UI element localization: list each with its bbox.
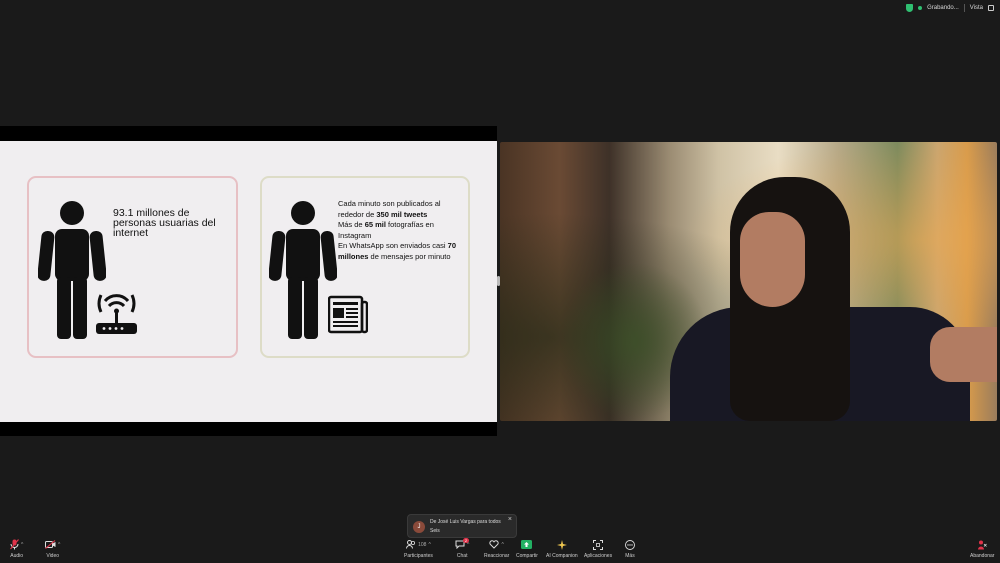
participants-icon xyxy=(406,540,416,549)
chevron-up-icon[interactable]: ^ xyxy=(58,542,60,548)
apps-icon xyxy=(593,539,604,550)
internet-users-stat: 93.1 millones de personas usuarias del i… xyxy=(113,207,216,239)
audio-button[interactable]: ^ Audio xyxy=(10,538,23,559)
microphone-muted-icon xyxy=(10,539,19,550)
chat-notification[interactable]: J De José Luis Vargas para todos Seis × xyxy=(407,514,517,538)
participants-button[interactable]: 108 ^ Participantes xyxy=(404,538,433,559)
more-icon xyxy=(625,539,635,550)
social-media-stats-text: Cada minuto son publicados al rededor de… xyxy=(338,199,456,261)
apps-button[interactable]: Aplicaciones xyxy=(584,538,612,559)
divider xyxy=(963,4,965,12)
chat-sender: De José Luis Vargas para todos xyxy=(430,519,501,525)
video-camera-muted-icon xyxy=(45,540,56,549)
participants-count: 108 xyxy=(418,541,427,548)
meeting-toolbar: ^ Audio ^ Video 108 ^ Participantes 2 ^ … xyxy=(0,537,1000,563)
newspaper-icon xyxy=(328,295,368,334)
heart-icon xyxy=(489,540,500,549)
leave-icon xyxy=(978,540,988,549)
shield-icon xyxy=(906,4,914,12)
shared-screen: 93.1 millones de personas usuarias del i… xyxy=(0,126,497,436)
presentation-slide: 93.1 millones de personas usuarias del i… xyxy=(0,141,497,422)
leave-button[interactable]: Abandonar xyxy=(970,538,994,559)
person-icon xyxy=(269,201,337,339)
sparkle-icon xyxy=(556,539,567,550)
view-button[interactable]: Vista xyxy=(970,5,983,11)
chevron-up-icon[interactable]: ^ xyxy=(428,542,430,548)
wifi-router-icon xyxy=(96,294,137,334)
recording-dot-icon xyxy=(918,6,923,10)
chevron-up-icon[interactable]: ^ xyxy=(21,542,23,548)
unread-badge: 2 xyxy=(463,538,469,543)
stat-card-internet-users: 93.1 millones de personas usuarias del i… xyxy=(27,176,238,358)
share-screen-icon xyxy=(521,540,533,549)
recording-label: Grabando... xyxy=(927,5,959,11)
react-button[interactable]: ^ Reaccionar xyxy=(484,538,509,559)
chat-button[interactable]: 2 ^ Chat xyxy=(455,538,469,559)
share-button[interactable]: Compartir xyxy=(516,538,538,559)
chevron-up-icon[interactable]: ^ xyxy=(501,542,503,548)
close-icon[interactable]: × xyxy=(508,516,512,523)
ai-companion-button[interactable]: AI Companion xyxy=(546,538,578,559)
recording-status[interactable]: Grabando... Vista xyxy=(906,4,994,12)
video-button[interactable]: ^ Video xyxy=(45,538,60,559)
avatar: J xyxy=(413,521,425,533)
chat-message: Seis xyxy=(430,528,440,534)
top-bar: Grabando... Vista xyxy=(0,0,1000,18)
view-icon[interactable] xyxy=(988,5,994,11)
stat-card-social-media: Cada minuto son publicados al rededor de… xyxy=(260,176,470,358)
participant-video[interactable] xyxy=(500,142,997,421)
more-button[interactable]: Más xyxy=(625,538,635,559)
